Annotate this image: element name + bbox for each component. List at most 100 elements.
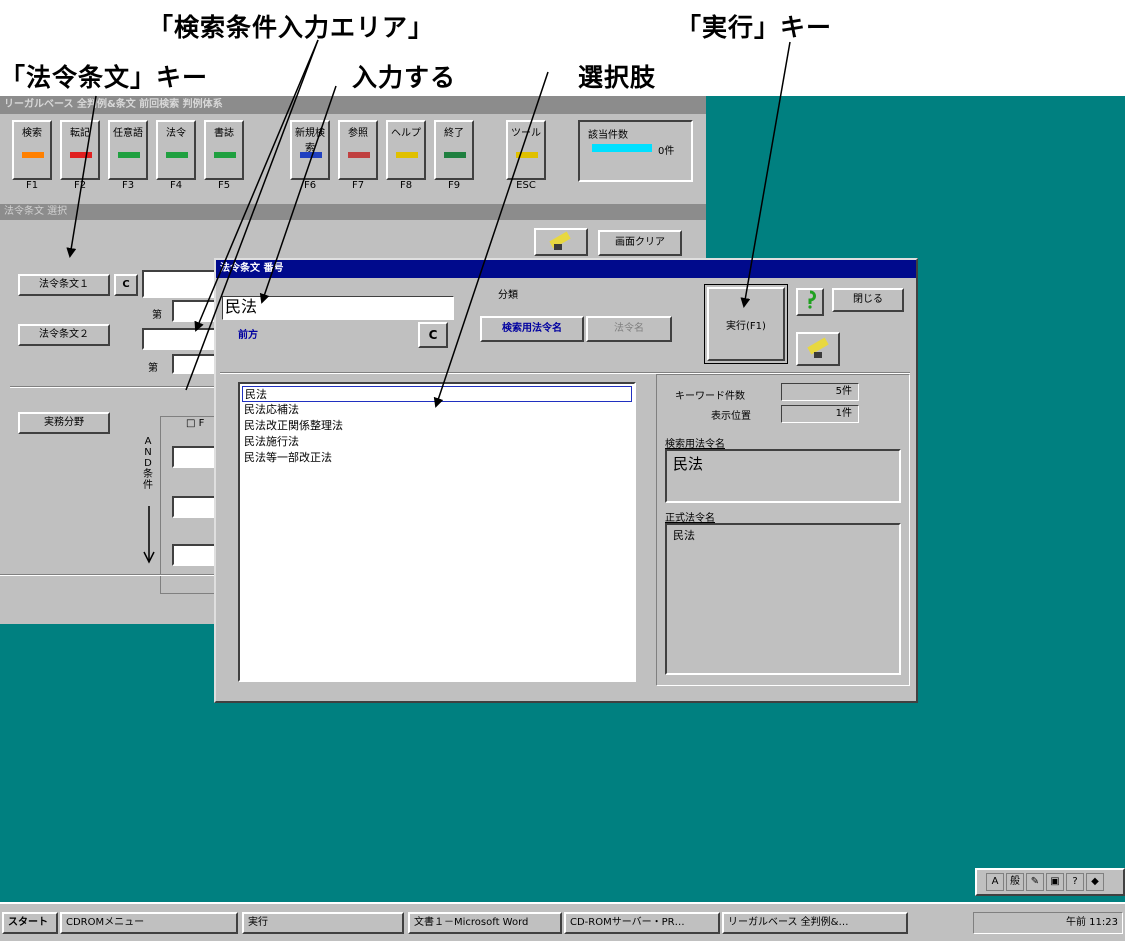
toolbar-button-f3[interactable]: 任意語: [108, 120, 148, 180]
tool-icon: [516, 152, 538, 158]
exit-icon: [444, 152, 466, 158]
keyword-count-value: 5件: [835, 386, 852, 397]
section-title: 法令条文 選択: [4, 206, 68, 217]
toolbar-button-f2[interactable]: 転記: [60, 120, 100, 180]
law-article-2-button[interactable]: 法令条文２: [18, 324, 110, 346]
toolbar-button-esc[interactable]: ツール: [506, 120, 546, 180]
and-field-3[interactable]: [172, 544, 216, 566]
ime-button[interactable]: ◆: [1086, 873, 1104, 891]
toolbar-button-label: 参照: [348, 128, 368, 139]
keyword-count-label: キーワード件数: [675, 391, 745, 402]
toolbar-button-label: 法令: [166, 128, 186, 139]
eraser-icon: [807, 337, 829, 358]
start-button[interactable]: スタート: [2, 912, 58, 934]
list-item[interactable]: 民法改正関係整理法: [242, 418, 632, 434]
bibliography-icon: [214, 152, 236, 158]
toolbar-button-label: ツール: [511, 128, 541, 139]
ime-button[interactable]: ✎: [1026, 873, 1044, 891]
main-window-title[interactable]: リーガルベース 全判例&条文 前回検索 判例体系: [0, 96, 706, 114]
task-word[interactable]: 文書１－Microsoft Word: [408, 912, 562, 934]
and-field-1[interactable]: [172, 446, 216, 468]
toolbar-button-f7[interactable]: 参照: [338, 120, 378, 180]
task-cdrom-menu[interactable]: CDROMメニュー: [60, 912, 238, 934]
dialog-c-button[interactable]: C: [418, 322, 448, 348]
toolbar-button-f1[interactable]: 検索: [12, 120, 52, 180]
info-panel: キーワード件数 5件 表示位置 1件 検索用法令名 民法 正式法令名 民法: [656, 374, 910, 686]
toolbar-button-f8[interactable]: ヘルプ: [386, 120, 426, 180]
toolbar-button-label: 任意語: [113, 128, 143, 139]
dialog-title[interactable]: 法令条文 番号: [216, 260, 916, 278]
law-article-dialog: 法令条文 番号 民法 前方 C 分類 検索用法令名 法令名 実行(F1) 閉じる…: [214, 258, 918, 703]
law-article-1-button[interactable]: 法令条文１: [18, 274, 110, 296]
list-item[interactable]: 民法: [242, 386, 632, 402]
execute-button[interactable]: 実行(F1): [707, 287, 785, 361]
taskbar: スタート CDROMメニュー 実行 文書１－Microsoft Word CD-…: [0, 902, 1125, 941]
clock[interactable]: 午前 11:23: [1066, 917, 1118, 928]
and-field-2[interactable]: [172, 496, 216, 518]
list-item[interactable]: 民法等一部改正法: [242, 450, 632, 466]
category-label: 分類: [498, 290, 518, 301]
law-name-button[interactable]: 法令名: [586, 316, 672, 342]
fkey-label: F7: [351, 180, 365, 191]
task-cdrom-server[interactable]: CD-ROMサーバー・PR…: [564, 912, 720, 934]
toolbar-button-f4[interactable]: 法令: [156, 120, 196, 180]
task-run[interactable]: 実行: [242, 912, 404, 934]
law-article-1-c-button[interactable]: C: [114, 274, 138, 296]
article-number-1-field[interactable]: [172, 300, 216, 322]
search-law-name-value: 民法: [673, 455, 704, 473]
annotation-search-area: 「検索条件入力エリア」: [148, 13, 435, 42]
hit-count-panel: 該当件数 0件: [578, 120, 693, 182]
annotation-input: 入力する: [352, 63, 457, 92]
search-law-name-button[interactable]: 検索用法令名: [480, 316, 584, 342]
help-icon: [396, 152, 418, 158]
toolbar-button-f6[interactable]: 新規検索: [290, 120, 330, 180]
task-label: 実行: [248, 917, 268, 928]
fkey-label: F6: [303, 180, 317, 191]
fkey-label: F8: [399, 180, 413, 191]
ime-button[interactable]: ▣: [1046, 873, 1064, 891]
display-position-value: 1件: [835, 408, 852, 419]
keyword-count-field: 5件: [781, 383, 859, 401]
clear-screen-button[interactable]: 画面クリア: [598, 230, 682, 256]
ime-button[interactable]: 般: [1006, 873, 1024, 891]
toolbar-button-label: 新規検索: [295, 128, 325, 154]
hit-count-label: 該当件数: [588, 130, 628, 141]
execute-button-frame: 実行(F1): [704, 284, 788, 364]
new-search-icon: [300, 152, 322, 158]
law-article-1-field[interactable]: [142, 270, 216, 298]
list-item[interactable]: 民法施行法: [242, 434, 632, 450]
task-label: CD-ROMサーバー・PR…: [570, 917, 685, 928]
close-button[interactable]: 閉じる: [832, 288, 904, 312]
toolbar-button-label: ヘルプ: [391, 128, 421, 139]
task-label: リーガルベース 全判例&…: [728, 917, 849, 928]
toolbar-button-f9[interactable]: 終了: [434, 120, 474, 180]
divider-bottom: [0, 574, 216, 576]
ime-toolbar: A 般 ✎ ▣? ◆: [975, 868, 1125, 896]
article-number-2-field[interactable]: [172, 354, 216, 374]
formal-law-name-label: 正式法令名: [665, 513, 715, 524]
law-name-input[interactable]: 民法: [222, 296, 454, 320]
display-position-field: 1件: [781, 405, 859, 423]
annotation-law-article-key: 「法令条文」キー: [0, 63, 209, 92]
section-title-bar: 法令条文 選択: [0, 204, 706, 220]
down-arrow-icon: [143, 506, 155, 564]
ime-button[interactable]: ?: [1066, 873, 1084, 891]
fkey-label: F9: [447, 180, 461, 191]
search-icon: [22, 152, 44, 158]
display-position-label: 表示位置: [711, 411, 751, 422]
dialog-eraser-button[interactable]: [796, 332, 840, 366]
practice-field-button[interactable]: 実務分野: [18, 412, 110, 434]
ime-button[interactable]: A: [986, 873, 1004, 891]
fkey-label: F2: [73, 180, 87, 191]
hit-count-value: 0件: [658, 146, 675, 157]
task-legalbase[interactable]: リーガルベース 全判例&…: [722, 912, 908, 934]
list-item[interactable]: 民法応補法: [242, 402, 632, 418]
eraser-button[interactable]: [534, 228, 588, 256]
toolbar-button-f5[interactable]: 書誌: [204, 120, 244, 180]
law-article-2-field[interactable]: [142, 328, 216, 350]
system-tray: 午前 11:23: [973, 912, 1123, 934]
divider: [10, 386, 216, 388]
toolbar-button-label: 転記: [70, 128, 90, 139]
law-choice-list[interactable]: 民法 民法応補法 民法改正関係整理法 民法施行法 民法等一部改正法: [238, 382, 636, 682]
help-button[interactable]: [796, 288, 824, 316]
